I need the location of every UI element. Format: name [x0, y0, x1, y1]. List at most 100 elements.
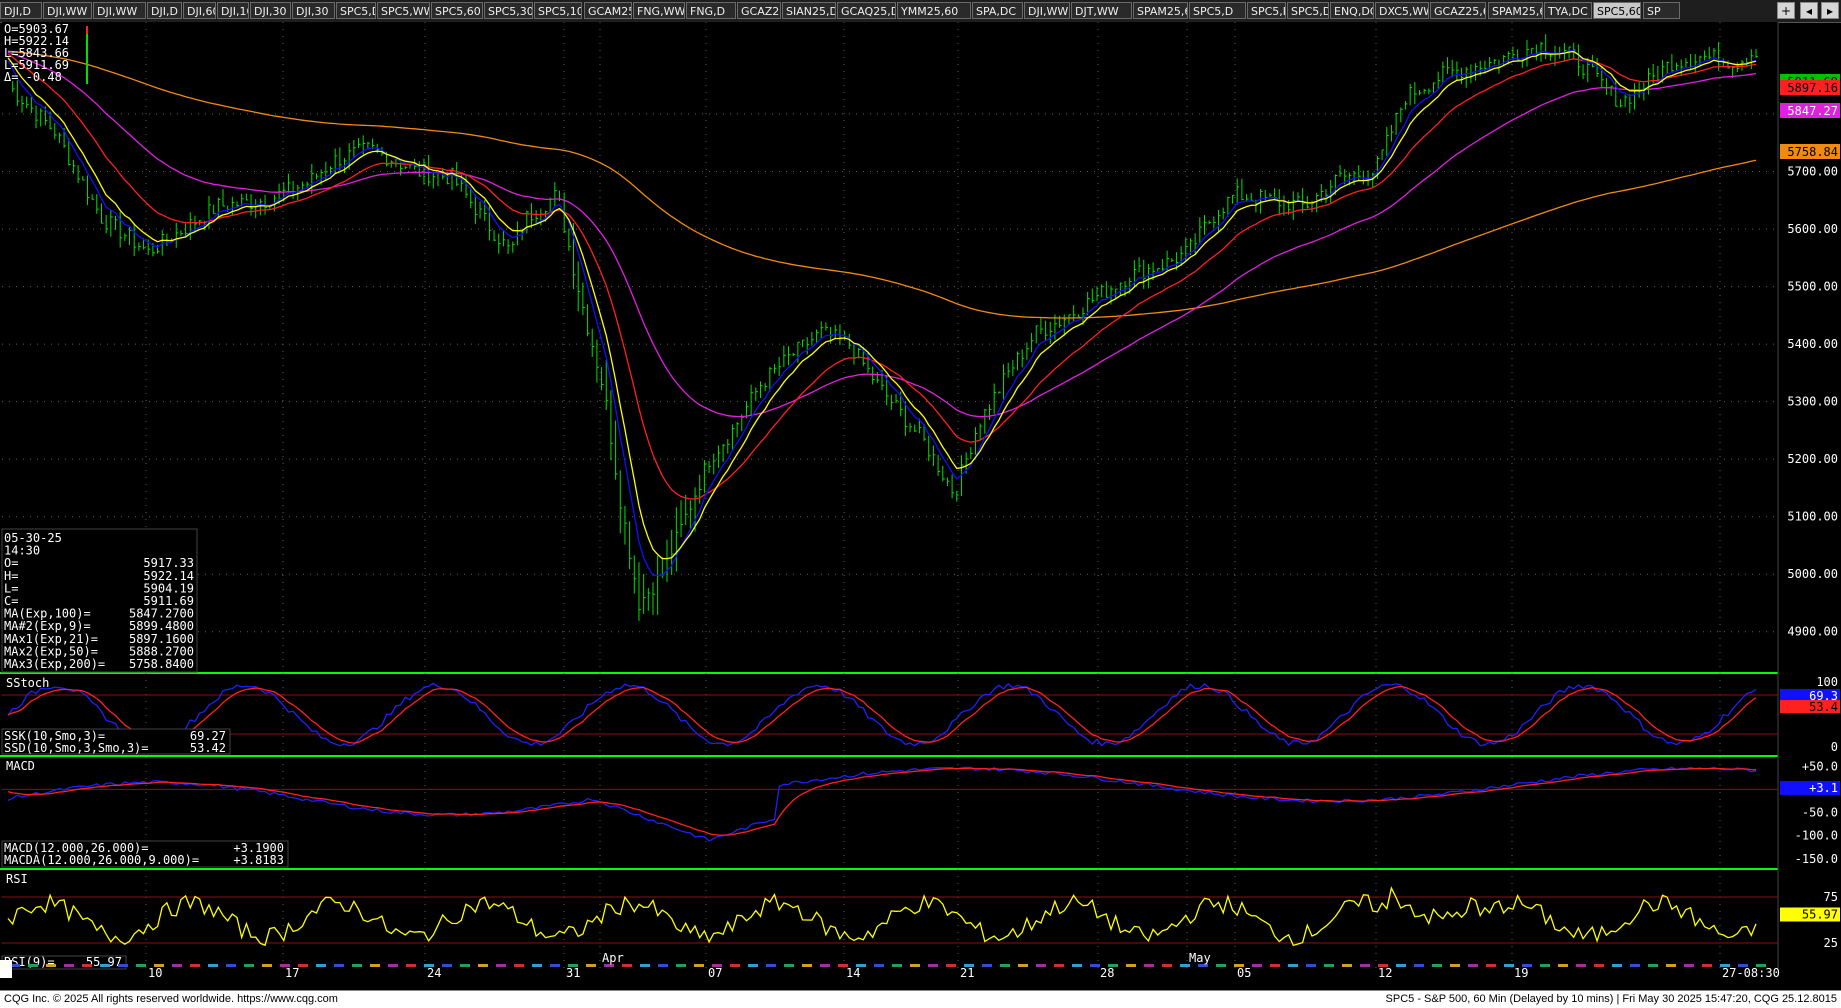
tab-spam25-60[interactable]: SPAM25,60 — [1488, 2, 1543, 19]
tab-spc5-10[interactable]: SPC5,10 — [534, 2, 582, 19]
price-axis-label: 5200.00 — [1787, 452, 1838, 466]
time-strip-seg — [1018, 964, 1028, 967]
time-strip-seg — [46, 964, 56, 967]
price-axis-label: 5600.00 — [1787, 222, 1838, 236]
tab-gcam25-60[interactable]: GCAM25,60 — [584, 2, 632, 19]
tab-dji-ww[interactable]: DJI,WW — [43, 2, 92, 19]
time-strip-seg — [478, 964, 488, 967]
price-chart[interactable]: 5800.005700.005600.005500.005400.005300.… — [0, 22, 1841, 990]
add-tab-button[interactable]: + — [1777, 2, 1795, 19]
time-strip-seg — [910, 964, 920, 967]
symbol-status-text: SPC5 - S&P 500, 60 Min (Delayed by 10 mi… — [1385, 993, 1837, 1005]
time-strip-seg — [496, 964, 506, 967]
macd-axis-label: +50.0 — [1802, 759, 1838, 773]
stoch-badge-label: 53.4 — [1809, 700, 1838, 714]
time-strip-seg — [820, 964, 830, 967]
date-axis-label: 24 — [427, 966, 441, 980]
time-strip-seg — [64, 964, 74, 967]
time-strip-seg — [874, 964, 884, 967]
macd-badge-label: +3.1 — [1809, 781, 1838, 795]
rsi-axis-label: 75 — [1824, 890, 1838, 904]
time-strip-seg — [262, 964, 272, 967]
time-strip-seg — [1216, 964, 1226, 967]
price-badge-label: 5758.84 — [1787, 145, 1838, 159]
time-strip-seg — [1666, 964, 1676, 967]
time-strip-seg — [442, 964, 452, 967]
date-axis-label: 14 — [846, 966, 860, 980]
tab-gcaq25-d[interactable]: GCAQ25,D — [837, 2, 896, 19]
tab-gcaz25-60[interactable]: GCAZ25,60 — [1430, 2, 1486, 19]
time-strip-seg — [1072, 964, 1082, 967]
tab-spc5-60[interactable]: SPC5,60 — [1593, 2, 1641, 19]
tab-enq-dc[interactable]: ENQ,DC — [1330, 2, 1374, 19]
time-strip-seg — [1540, 964, 1550, 967]
time-strip-seg — [1000, 964, 1010, 967]
tab-dji-60[interactable]: DJI,60 — [183, 2, 216, 19]
time-strip-seg — [298, 964, 308, 967]
time-strip-seg — [658, 964, 668, 967]
time-strip-seg — [118, 964, 128, 967]
tab-dji-d[interactable]: DJI,D — [0, 2, 42, 19]
time-strip-seg — [1630, 964, 1640, 967]
time-strip-seg — [1504, 964, 1514, 967]
tab-spc5-d[interactable]: SPC5,D — [1189, 2, 1246, 19]
tab-dji-10[interactable]: DJI,10 — [217, 2, 249, 19]
stoch-value: 53.42 — [190, 741, 226, 755]
time-strip-seg — [1702, 964, 1712, 967]
time-strip-seg — [730, 964, 740, 967]
tab-ymm25-60[interactable]: YMM25,60 — [897, 2, 971, 19]
time-strip-seg — [1054, 964, 1064, 967]
time-strip-seg — [1306, 964, 1316, 967]
tab-sp[interactable]: SP — [1643, 2, 1680, 19]
time-strip-seg — [316, 964, 326, 967]
price-axis-label: 5700.00 — [1787, 165, 1838, 179]
scroll-tabs-right-button[interactable]: ▸ — [1821, 2, 1839, 19]
tab-dji-ww[interactable]: DJI,WW — [1024, 2, 1070, 19]
time-strip-seg — [1162, 964, 1172, 967]
price-axis-label: 5400.00 — [1787, 337, 1838, 351]
panel-bg — [2, 674, 1778, 755]
tab-fng-d[interactable]: FNG,D — [686, 2, 736, 19]
tab-spc5-d[interactable]: SPC5,D — [1287, 2, 1329, 19]
tab-dji-30[interactable]: DJI,30 — [292, 2, 335, 19]
time-strip-seg — [1270, 964, 1280, 967]
time-strip-seg — [1126, 964, 1136, 967]
stoch-label: SSD(10,Smo,3,Smo,3)= — [4, 741, 149, 755]
date-axis-label: 21 — [960, 966, 974, 980]
tab-tya-dc[interactable]: TYA,DC — [1544, 2, 1592, 19]
tab-spa-dc[interactable]: SPA,DC — [972, 2, 1023, 19]
time-strip-seg — [1090, 964, 1100, 967]
tab-spc5-d[interactable]: SPC5,D — [336, 2, 376, 19]
time-strip-seg — [1684, 964, 1694, 967]
scroll-tabs-left-button[interactable]: ◂ — [1800, 2, 1818, 19]
tab-dxc5-ww[interactable]: DXC5,WW — [1375, 2, 1429, 19]
tab-spam25-60[interactable]: SPAM25,60 — [1133, 2, 1188, 19]
time-strip-seg — [550, 964, 560, 967]
tab-fng-ww[interactable]: FNG,WW — [633, 2, 685, 19]
tab-gcaz25-d[interactable]: GCAZ25,D — [737, 2, 781, 19]
tab-spc5-ww[interactable]: SPC5,WW — [377, 2, 430, 19]
time-strip-seg — [1288, 964, 1298, 967]
tab-spc5-d[interactable]: SPC5,D — [1247, 2, 1286, 19]
date-axis-label: 10 — [148, 966, 162, 980]
tab-dji-30[interactable]: DJI,30 — [250, 2, 291, 19]
copyright-text: CQG Inc. © 2025 All rights reserved worl… — [4, 993, 338, 1005]
time-strip-seg — [172, 964, 182, 967]
time-strip-seg — [1414, 964, 1424, 967]
tab-sian25-d[interactable]: SIAN25,D — [782, 2, 836, 19]
time-strip-seg — [1432, 964, 1442, 967]
time-strip-seg — [676, 964, 686, 967]
date-axis-label: 31 — [566, 966, 580, 980]
time-strip-seg — [334, 964, 344, 967]
time-strip-seg — [1324, 964, 1334, 967]
tab-dji-d[interactable]: DJI,D — [147, 2, 182, 19]
tab-spc5-60[interactable]: SPC5,60 — [431, 2, 483, 19]
tab-spc5-30[interactable]: SPC5,30 — [484, 2, 533, 19]
time-strip-seg — [100, 964, 110, 967]
date-axis-label: May — [1189, 951, 1211, 965]
date-axis-label: 12 — [1378, 966, 1392, 980]
tab-djt-ww[interactable]: DJT,WW — [1071, 2, 1132, 19]
tab-dji-ww[interactable]: DJI,WW — [93, 2, 146, 19]
sstoch-title: SStoch — [6, 676, 49, 690]
macd-value: +3.8183 — [233, 853, 284, 867]
